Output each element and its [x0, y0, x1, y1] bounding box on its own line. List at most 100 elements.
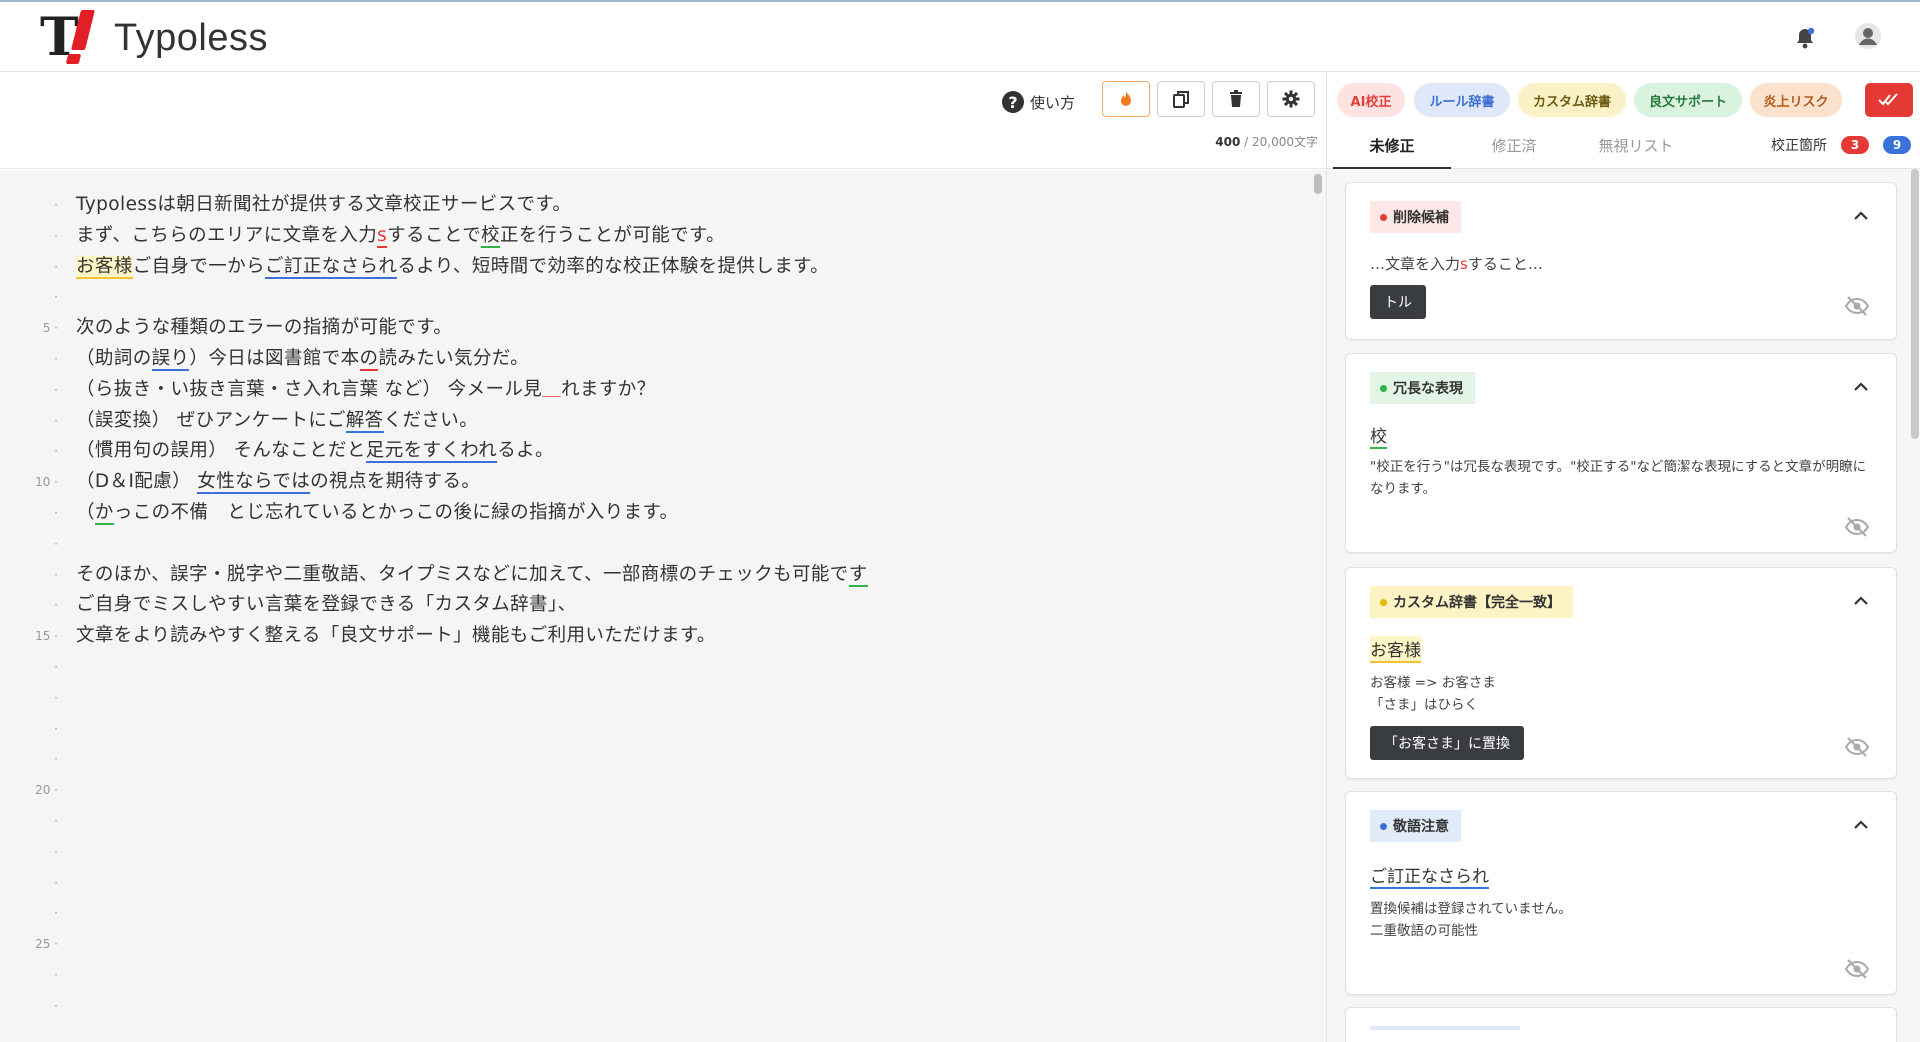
- line-text: っこの不備 とじ忘れているとかっこの後に緑の指摘が入ります。: [113, 502, 679, 523]
- char-count-max: / 20,000文字: [1240, 135, 1318, 149]
- redundant-highlight[interactable]: 校: [481, 224, 501, 248]
- line-text: れますか？: [561, 378, 656, 400]
- tab-unfixed[interactable]: 未修正: [1333, 123, 1451, 169]
- line-marker: ·: [54, 444, 58, 459]
- filter-custom-dictionary[interactable]: カスタム辞書: [1518, 83, 1626, 117]
- filter-flame-risk[interactable]: 炎上リスク: [1750, 83, 1842, 117]
- line-text: るよ。: [497, 440, 554, 462]
- category-tag: 冗長な表現: [1370, 372, 1475, 404]
- editor-line-7[interactable]: （ら抜き・い抜き言葉・さ入れ言葉 など） 今メール見＿れますか？: [76, 375, 656, 406]
- apply-all-button[interactable]: [1865, 83, 1913, 117]
- line-text: ご自身で一から: [132, 255, 266, 277]
- settings-button[interactable]: [1267, 81, 1315, 117]
- line-gutter: · · · · 5 · · · · · 10 · · · · · 15 · · · · · 20 · · · · · 25 · ·…: [0, 170, 62, 1042]
- editor-scrollbar[interactable]: [1314, 174, 1322, 194]
- panel-scrollbar[interactable]: [1911, 169, 1919, 439]
- help-question-icon: ?: [1002, 91, 1024, 113]
- category-label: 削除候補: [1393, 210, 1449, 226]
- line-marker: ·: [54, 844, 58, 859]
- user-avatar-icon[interactable]: [1854, 22, 1882, 50]
- particle-highlight[interactable]: の: [359, 348, 379, 371]
- tab-ignore-list[interactable]: 無視リスト: [1577, 123, 1695, 169]
- editor-line-8[interactable]: （誤変換） ぜひアンケートにご解答ください。: [76, 406, 478, 437]
- tab-fixed[interactable]: 修正済: [1455, 123, 1573, 169]
- editor-line-5[interactable]: 次のような種類のエラーの指摘が可能です。: [76, 313, 452, 344]
- line-marker: ·: [54, 506, 58, 520]
- editor-line-6[interactable]: （助詞の誤り）今日は図書館で本の読みたい気分だ。: [76, 344, 529, 375]
- copy-button[interactable]: [1157, 81, 1205, 117]
- chevron-up-icon[interactable]: [1852, 592, 1870, 610]
- suggestion-card-partial[interactable]: [1345, 1007, 1897, 1042]
- suggestion-description: "校正を行う"は冗長な表現です。"校正する"など簡潔な表現にすると文章が明瞭にな…: [1370, 459, 1867, 497]
- category-label: カスタム辞書【完全一致】: [1393, 595, 1561, 611]
- di-highlight[interactable]: 女性ならでは: [197, 471, 311, 495]
- line-text: することで: [387, 224, 482, 246]
- chevron-up-icon[interactable]: [1852, 378, 1870, 396]
- filter-good-writing-support[interactable]: 良文サポート: [1634, 83, 1742, 117]
- context-snippet: …文章を入力sすること…: [1370, 253, 1543, 274]
- typoless-logo[interactable]: T Typoless: [40, 10, 268, 66]
- line-marker: ·: [54, 290, 58, 305]
- editor-line-11[interactable]: （かっこの不備 とじ忘れているとかっこの後に緑の指摘が入ります。: [76, 498, 678, 529]
- missing-char-highlight[interactable]: ＿: [542, 379, 561, 400]
- gear-icon: [1282, 90, 1300, 108]
- line-marker: ·: [54, 259, 58, 274]
- category-dot: [1380, 384, 1387, 392]
- filter-rule-dictionary[interactable]: ルール辞書: [1414, 83, 1510, 117]
- line-marker: ·: [54, 198, 58, 212]
- ignore-eye-off-icon[interactable]: [1844, 295, 1870, 317]
- editor-line-1[interactable]: Typolessは朝日新聞社が提供する文章校正サービスです。: [76, 190, 571, 221]
- line-marker: ·: [54, 998, 58, 1013]
- flagged-word: 校: [1370, 422, 1387, 449]
- typo-highlight[interactable]: s: [377, 224, 388, 248]
- char-count: 400 / 20,000文字: [1215, 133, 1318, 150]
- category-dot: [1380, 598, 1387, 606]
- line-marker: ·: [54, 721, 58, 736]
- editor-line-3[interactable]: お客様ご自身で一からご訂正なさられるより、短時間で効率的な校正体験を提供します。: [76, 252, 829, 283]
- suggestion-card-delete[interactable]: 削除候補 …文章を入力sすること… トル: [1345, 182, 1897, 340]
- text-editor[interactable]: · · · · 5 · · · · · 10 · · · · · 15 · · · · · 20 · · · · · 25 · ·…: [0, 170, 1326, 1042]
- double-check-icon: [1878, 93, 1898, 106]
- line-text: （助詞の: [76, 348, 152, 369]
- line-text: ）今日は図書館で本: [189, 348, 360, 369]
- delete-suggestion-button[interactable]: トル: [1370, 285, 1426, 319]
- line-marker: ·: [54, 352, 58, 366]
- category-tag: カスタム辞書【完全一致】: [1370, 586, 1573, 618]
- line-marker: ·: [54, 567, 58, 582]
- line-text: まず、こちらのエリアに文章を入力: [76, 224, 378, 246]
- ending-highlight[interactable]: す: [848, 563, 868, 587]
- replace-suggestion-button[interactable]: 「お客さま」に置換: [1370, 726, 1524, 760]
- category-label: 冗長な表現: [1393, 381, 1463, 397]
- logo-mark: T: [40, 10, 102, 64]
- bracket-highlight[interactable]: か: [94, 502, 114, 525]
- ignore-eye-off-icon[interactable]: [1844, 516, 1870, 538]
- line-marker: ·: [54, 968, 58, 982]
- idiom-highlight[interactable]: 足元をすくわれ: [365, 440, 498, 464]
- snippet-text: …文章を入力: [1370, 255, 1461, 273]
- editor-line-2[interactable]: まず、こちらのエリアに文章を入力sすることで校正を行うことが可能です。: [76, 221, 725, 252]
- ignore-eye-off-icon[interactable]: [1844, 736, 1870, 758]
- editor-line-10[interactable]: （D＆I配慮） 女性ならではの視点を期待する。: [76, 467, 480, 498]
- filter-ai-proofread[interactable]: AI校正: [1337, 83, 1405, 117]
- flame-risk-button[interactable]: [1102, 81, 1150, 117]
- suggestion-card-redundant[interactable]: 冗長な表現 校 "校正を行う"は冗長な表現です。"校正する"など簡潔な表現にする…: [1345, 353, 1897, 553]
- custom-dict-highlight[interactable]: お客様: [76, 255, 133, 279]
- help-link[interactable]: ? 使い方: [1002, 87, 1075, 117]
- delete-button[interactable]: [1212, 81, 1260, 117]
- suggestion-card-honorific[interactable]: 敬語注意 ご訂正なさられ 置換候補は登録されていません。 二重敬語の可能性: [1345, 791, 1897, 995]
- notification-bell-icon[interactable]: [1794, 26, 1816, 50]
- suggestion-card-custom-dictionary[interactable]: カスタム辞書【完全一致】 お客様 お客様 => お客さま 「さま」はひらく 「お…: [1345, 567, 1897, 779]
- editor-line-14[interactable]: ご自身でミスしやすい言葉を登録できる「カスタム辞書」、: [76, 590, 577, 621]
- editor-line-13[interactable]: そのほか、誤字・脱字や二重敬語、タイプミスなどに加えて、一部商標のチェックも可能…: [76, 560, 868, 591]
- editor-line-15[interactable]: 文章をより読みやすく整える「良文サポート」機能もご利用いただけます。: [76, 621, 716, 652]
- line-marker: ·: [54, 536, 58, 551]
- editor-line-9[interactable]: （慣用句の誤用） そんなことだと足元をすくわれるよ。: [76, 436, 554, 467]
- ignore-eye-off-icon[interactable]: [1844, 958, 1870, 980]
- suggestion-no-candidate: 置換候補は登録されていません。: [1370, 901, 1572, 917]
- chevron-up-icon[interactable]: [1852, 816, 1870, 834]
- chevron-up-icon[interactable]: [1852, 207, 1870, 225]
- error-highlight[interactable]: 誤り: [151, 348, 190, 371]
- conversion-highlight[interactable]: 解答: [345, 409, 384, 433]
- app-header: T Typoless: [0, 0, 1920, 72]
- honorific-highlight[interactable]: ご訂正なさられ: [265, 255, 398, 279]
